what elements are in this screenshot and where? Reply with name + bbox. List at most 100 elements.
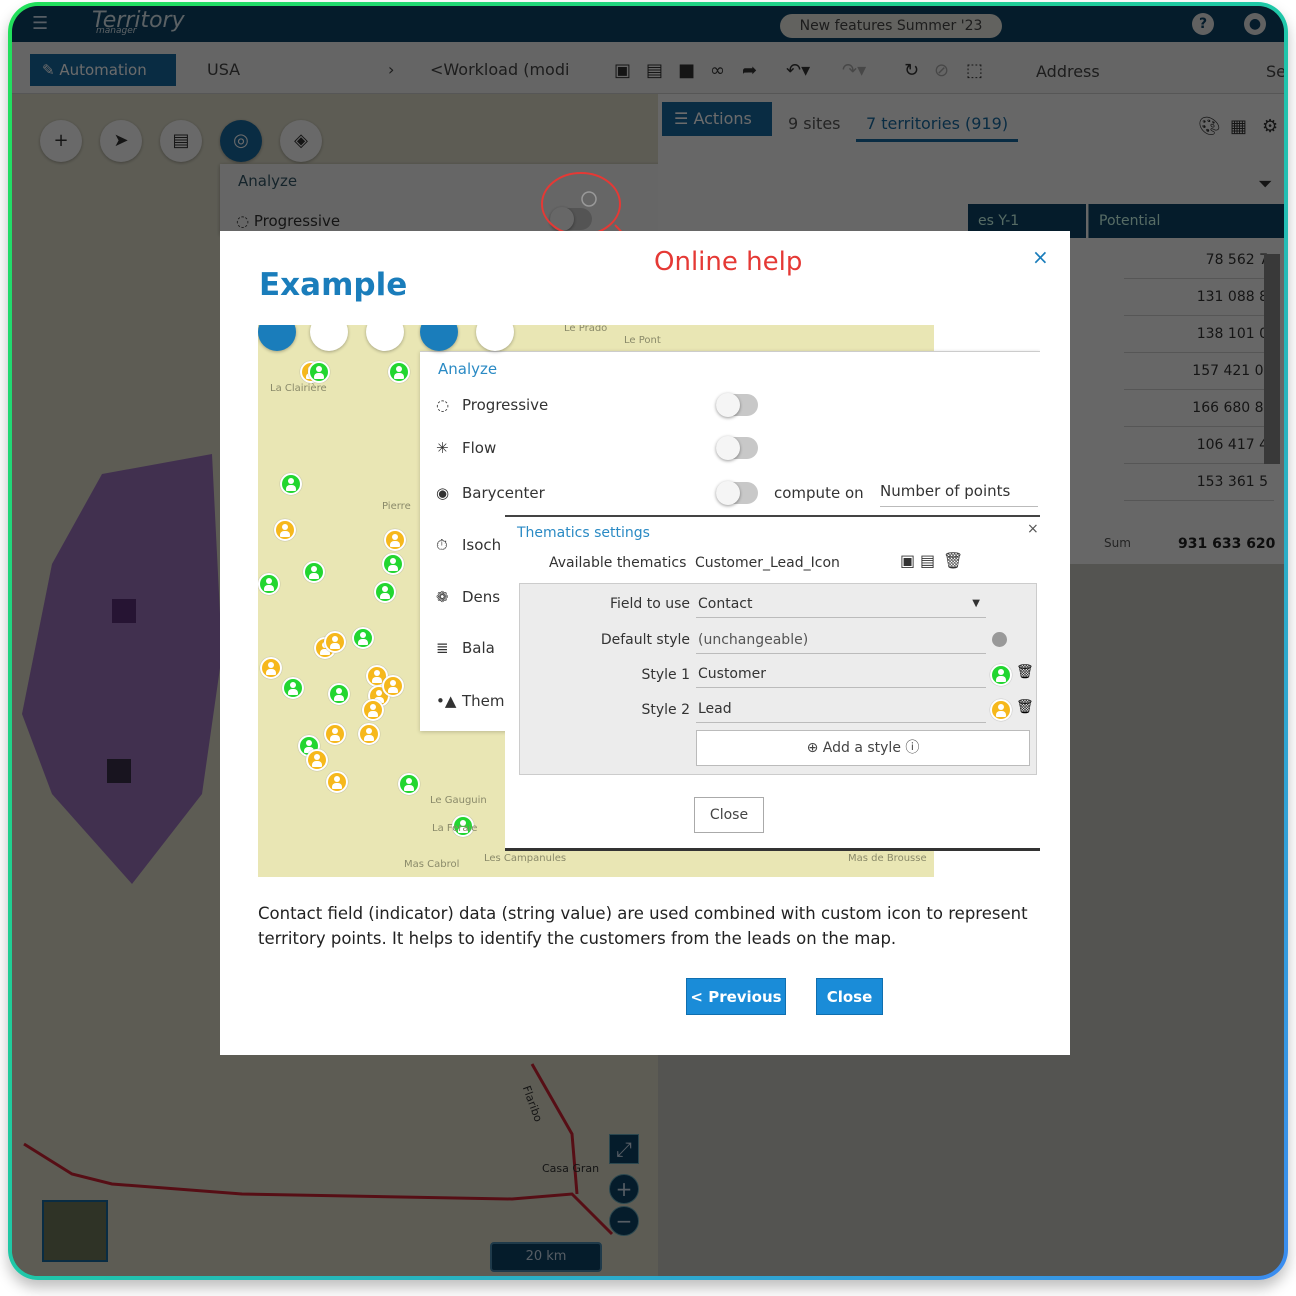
- satellite-layer-thumbnail[interactable]: [42, 1200, 108, 1262]
- map-label: Casa Gran: [542, 1162, 600, 1175]
- thematics-icon: •▲: [436, 692, 457, 710]
- analyze-item-label: Barycenter: [462, 484, 545, 502]
- table-cell-potential: 157 421 0.: [1124, 353, 1274, 390]
- field-to-use-select[interactable]: Contact ▼: [696, 592, 986, 618]
- analyze-item-label: Isoch: [462, 536, 502, 554]
- customer-marker-icon[interactable]: [398, 773, 420, 795]
- lead-marker-icon[interactable]: [260, 657, 282, 679]
- lead-marker-icon[interactable]: [358, 723, 380, 745]
- save-as-icon[interactable]: ▤: [920, 551, 935, 570]
- trash-icon[interactable]: 🗑︎: [1016, 664, 1034, 680]
- thematics-settings-panel: Thematics settings × Available thematics…: [505, 515, 1040, 851]
- customer-marker-icon[interactable]: [308, 361, 330, 383]
- analyze-item[interactable]: ◉ Barycenter: [436, 484, 545, 502]
- customer-marker-icon[interactable]: [352, 627, 374, 649]
- example-modal: Example × La Clairière Pierre Le Gauguin La…: [220, 231, 1070, 1055]
- close-button[interactable]: Close: [816, 978, 883, 1015]
- compute-on-label: compute on: [774, 484, 864, 502]
- lead-marker-icon[interactable]: [324, 723, 346, 745]
- map-label: Le Gauguin: [430, 795, 487, 806]
- analyze-item-label: Flow: [462, 439, 497, 457]
- lead-marker-icon[interactable]: [306, 749, 328, 771]
- customer-marker-icon[interactable]: [303, 561, 325, 583]
- zoom-in-icon[interactable]: +: [609, 1174, 639, 1204]
- save-icon[interactable]: ▣: [900, 551, 915, 570]
- analyze-item[interactable]: ✳ Flow: [436, 439, 496, 457]
- sum-label: Sum: [1104, 536, 1131, 550]
- analyze-item-label: Progressive: [462, 396, 549, 414]
- lead-marker-icon[interactable]: [990, 699, 1012, 721]
- fullscreen-icon[interactable]: ⤢: [609, 1134, 639, 1164]
- analyze-title: Analyze: [438, 360, 498, 378]
- lead-marker-icon[interactable]: [382, 675, 404, 697]
- customer-marker-icon[interactable]: [328, 683, 350, 705]
- online-help-label: Online help: [654, 247, 803, 277]
- default-style-label: Default style: [600, 632, 690, 648]
- customer-marker-icon[interactable]: [382, 553, 404, 575]
- close-icon[interactable]: ×: [1027, 521, 1039, 537]
- table-cell-potential: 106 417 4: [1124, 427, 1274, 464]
- lead-marker-icon[interactable]: [326, 771, 348, 793]
- analyze-toggle[interactable]: [716, 481, 758, 505]
- customer-marker-icon[interactable]: [388, 361, 410, 383]
- previous-button[interactable]: < Previous: [686, 978, 786, 1015]
- barycenter-icon: ◉: [436, 484, 450, 502]
- style2-label: Style 2: [641, 702, 690, 718]
- thematics-close-button[interactable]: Close: [694, 797, 764, 833]
- map-label: Le Prado: [564, 325, 608, 334]
- analyze-toggle[interactable]: [716, 436, 758, 460]
- info-icon: [581, 191, 597, 207]
- thematic-style-box: Field to use Contact ▼ Default style (unc…: [519, 583, 1037, 775]
- density-icon: ❁: [436, 588, 449, 606]
- example-screenshot: La Clairière Pierre Le Gauguin La Feraie Mas…: [258, 325, 1040, 877]
- style2-value[interactable]: Lead: [696, 697, 986, 723]
- style1-label: Style 1: [641, 667, 690, 683]
- timer-icon: ⏱: [436, 536, 448, 554]
- customer-marker-icon[interactable]: [280, 473, 302, 495]
- map-label: Mas de Brousse: [848, 853, 927, 864]
- lead-marker-icon[interactable]: [362, 699, 384, 721]
- analyze-item[interactable]: ⏱ Isoch: [436, 536, 501, 554]
- customer-marker-icon[interactable]: [374, 581, 396, 603]
- balance-icon: ≣: [436, 639, 449, 657]
- close-icon[interactable]: ×: [1032, 245, 1049, 269]
- annotation-circle: [541, 172, 621, 236]
- customer-marker-icon[interactable]: [282, 677, 304, 699]
- trash-icon[interactable]: 🗑︎: [943, 551, 963, 570]
- analyze-item-label: Bala: [462, 639, 495, 657]
- analyze-item-label: Them: [462, 692, 505, 710]
- default-style-swatch: [992, 632, 1007, 647]
- lead-marker-icon[interactable]: [384, 529, 406, 551]
- table-cell-potential: 138 101 0: [1124, 316, 1274, 353]
- compute-on-select[interactable]: Number of points: [880, 482, 1038, 507]
- customer-marker-icon[interactable]: [990, 664, 1012, 686]
- analyze-toggle[interactable]: [716, 393, 758, 417]
- map-label: Les Campanules: [484, 853, 567, 864]
- analyze-item[interactable]: ❁ Dens: [436, 588, 500, 606]
- add-style-button[interactable]: ⊕ Add a style ⓘ: [696, 730, 1030, 766]
- example-description: Contact field (indicator) data (string v…: [258, 904, 1028, 948]
- map-label: Le Pont: [624, 335, 661, 346]
- analyze-item[interactable]: ◌ Progressive: [436, 396, 548, 414]
- zoom-out-icon[interactable]: −: [609, 1206, 639, 1236]
- modal-title: Example: [259, 267, 408, 303]
- lead-marker-icon[interactable]: [324, 631, 346, 653]
- available-thematics-value[interactable]: Customer_Lead_Icon: [695, 555, 840, 571]
- table-cell-potential: 153 361 5: [1124, 464, 1274, 501]
- progressive-icon: ◌: [436, 396, 450, 414]
- thematics-title: Thematics settings: [517, 525, 650, 541]
- flow-icon: ✳: [436, 439, 449, 457]
- analyze-item[interactable]: •▲ Them: [436, 692, 505, 710]
- map-label: Mas Cabrol: [404, 859, 460, 870]
- trash-icon[interactable]: 🗑︎: [1016, 699, 1034, 715]
- analyze-item-label: Dens: [462, 588, 501, 606]
- analyze-item[interactable]: ≣ Bala: [436, 639, 495, 657]
- style1-value[interactable]: Customer: [696, 662, 986, 688]
- lead-marker-icon[interactable]: [274, 519, 296, 541]
- map-label: Pierre: [382, 501, 411, 512]
- default-style-value: (unchangeable): [696, 628, 986, 654]
- sum-value: 931 633 620: [1178, 536, 1276, 552]
- customer-marker-icon[interactable]: [258, 573, 280, 595]
- map-label: La Feraie: [432, 823, 478, 834]
- available-thematics-label: Available thematics: [549, 555, 687, 571]
